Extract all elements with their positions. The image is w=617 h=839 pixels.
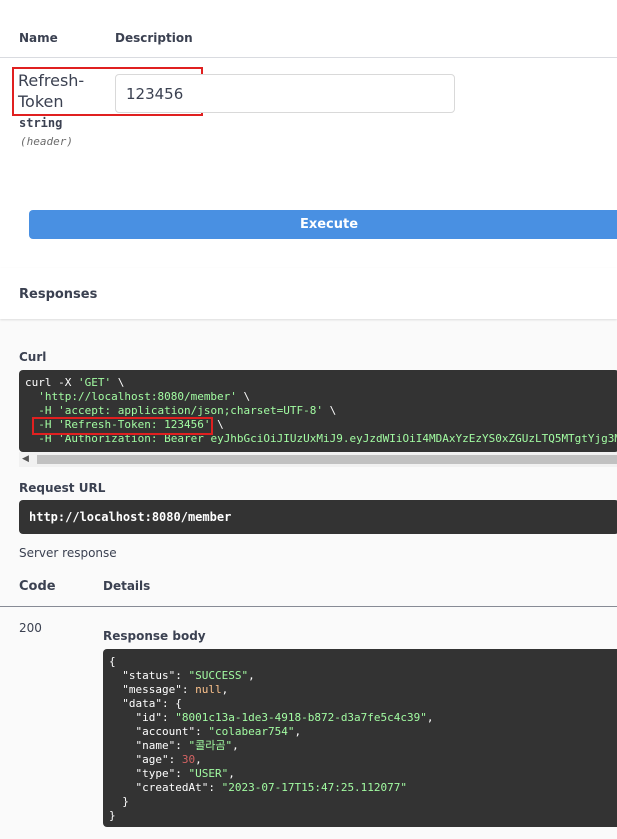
- curl-url: 'http://localhost:8080/member': [38, 390, 237, 403]
- json-key: "account": [135, 725, 196, 738]
- json-value-createdat: "2023-07-17T15:47:25.112077": [221, 781, 408, 794]
- curl-continuation: \: [111, 376, 125, 389]
- response-body-label: Response body: [103, 629, 206, 643]
- json-value-age: 30: [181, 753, 196, 766]
- code-column-header: Code: [19, 579, 56, 594]
- curl-cmd: curl -X: [25, 376, 78, 389]
- json-key: "createdAt": [135, 781, 209, 794]
- column-header-description: Description: [115, 31, 193, 45]
- param-location: (header): [20, 135, 73, 148]
- curl-header-accept: 'accept: application/json;charset=UTF-8': [58, 404, 324, 417]
- response-table-divider: [0, 606, 617, 607]
- json-key: "type": [135, 767, 176, 780]
- curl-flag: -H: [38, 404, 59, 417]
- json-key: "message": [122, 683, 182, 696]
- responses-title: Responses: [19, 287, 98, 302]
- curl-method: 'GET': [77, 376, 112, 389]
- column-header-name: Name: [19, 31, 58, 45]
- request-url-block[interactable]: http://localhost:8080/member: [19, 500, 617, 534]
- json-key: "age": [135, 753, 169, 766]
- refresh-token-input[interactable]: [115, 74, 455, 113]
- details-column-header: Details: [103, 579, 151, 593]
- highlight-box-curl: [32, 417, 213, 435]
- request-url-label: Request URL: [19, 481, 106, 495]
- request-url-text: http://localhost:8080/member: [29, 510, 232, 524]
- json-value-status: "SUCCESS": [188, 669, 249, 682]
- json-value-message: null: [195, 683, 222, 696]
- scroll-left-icon[interactable]: ◀: [22, 452, 29, 467]
- response-code: 200: [19, 621, 42, 635]
- json-key: "name": [135, 739, 176, 752]
- json-value-type: "USER": [188, 767, 229, 780]
- json-key: "data": [122, 697, 162, 710]
- curl-continuation: \: [236, 390, 251, 403]
- server-response-label: Server response: [19, 546, 117, 560]
- curl-scrollbar-thumb[interactable]: [37, 455, 617, 464]
- json-value-account: "colabear754": [208, 725, 295, 738]
- curl-label: Curl: [19, 350, 47, 364]
- json-key: "id": [135, 711, 163, 724]
- response-body-block[interactable]: { "status": "SUCCESS", "message": null, …: [103, 649, 617, 827]
- curl-continuation: \: [323, 404, 337, 417]
- json-key: "status": [122, 669, 176, 682]
- json-value-name: "콜라곰": [188, 739, 233, 752]
- param-type: string: [19, 116, 63, 130]
- json-value-id: "8001c13a-1de3-4918-b872-d3a7fe5c4c39": [175, 711, 427, 724]
- execute-button[interactable]: Execute: [29, 210, 617, 239]
- header-divider: [0, 57, 617, 58]
- curl-code-block[interactable]: curl -X 'GET' \ 'http://localhost:8080/m…: [19, 370, 617, 452]
